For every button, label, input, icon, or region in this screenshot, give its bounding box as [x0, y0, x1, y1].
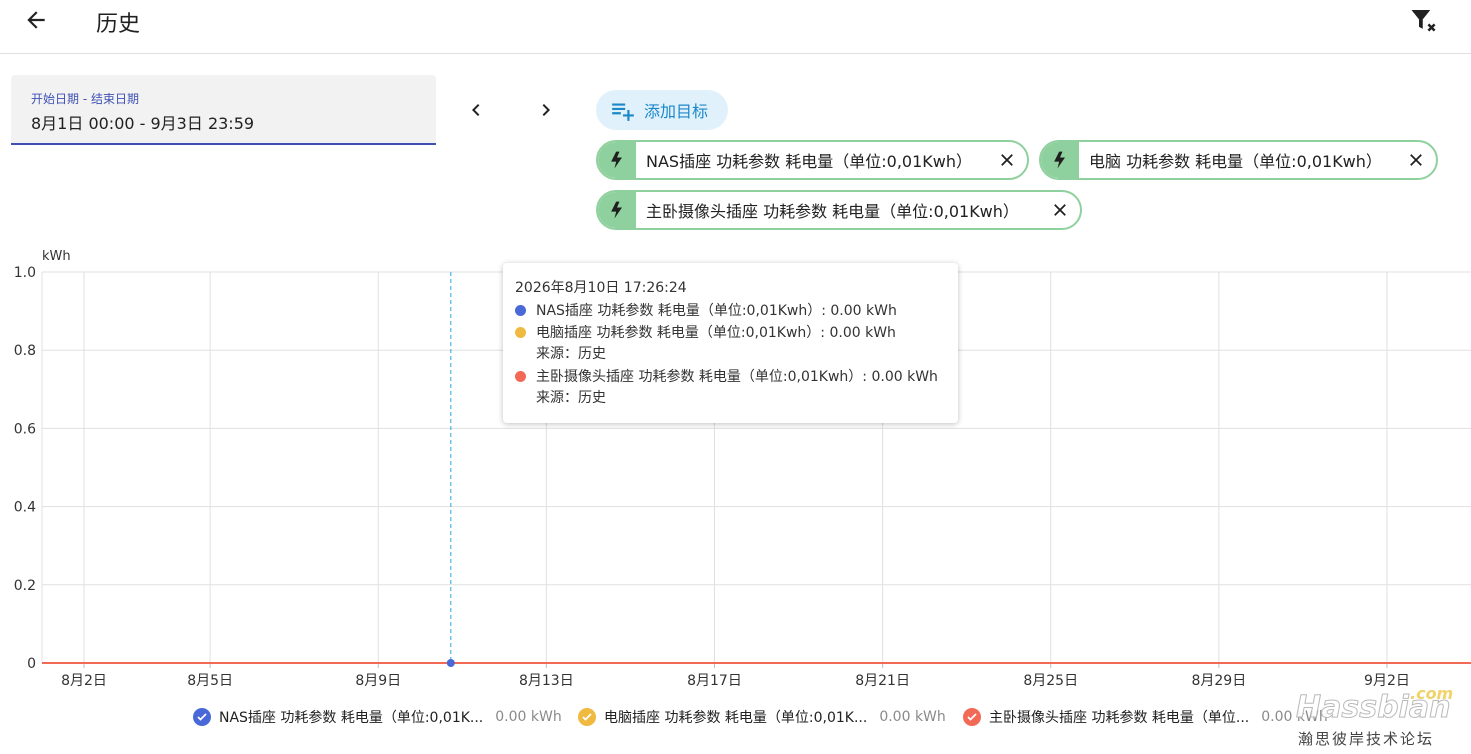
- series-dot-red: [515, 370, 526, 382]
- tooltip-row-text: 主卧摄像头插座 功耗参数 耗电量（单位:0,01Kwh）: 0.00 kWh: [536, 369, 938, 385]
- hover-data-point: [446, 659, 455, 667]
- x-tick-label: 8月25日: [1023, 673, 1078, 689]
- playlist-plus-icon: [612, 103, 634, 121]
- close-icon: [1410, 154, 1422, 166]
- y-tick-label: 1.0: [14, 265, 36, 281]
- series-dot-yellow: [515, 326, 526, 338]
- add-target-label: 添加目标: [644, 102, 709, 121]
- target-chip-label: 主卧摄像头插座 功耗参数 耗电量（单位:0,01Kwh）: [646, 202, 1019, 221]
- x-tick-label: 8月29日: [1191, 673, 1246, 689]
- watermark-logo-suffix: .com: [1410, 684, 1454, 703]
- previous-period-button[interactable]: [460, 94, 492, 126]
- tooltip-row-source: 来源：历史: [536, 346, 606, 362]
- legend-item-computer[interactable]: 电脑插座 功耗参数 耗电量（单位:0,01K... 0.00 kWh: [578, 706, 946, 728]
- top-app-bar: 历史: [0, 0, 1471, 54]
- date-range-value: 8月1日 00:00 - 9月3日 23:59: [31, 114, 255, 133]
- arrow-left-icon: [27, 11, 45, 29]
- clear-filter-button[interactable]: [1408, 4, 1440, 36]
- y-tick-label: 0.2: [14, 578, 36, 594]
- target-chip-label: NAS插座 功耗参数 耗电量（单位:0,01Kwh）: [646, 152, 972, 171]
- target-chip-nas[interactable]: NAS插座 功耗参数 耗电量（单位:0,01Kwh）: [596, 140, 1029, 180]
- legend-value: 0.00 kWh: [879, 709, 946, 725]
- x-tick-label: 8月13日: [519, 673, 574, 689]
- tooltip-row: 主卧摄像头插座 功耗参数 耗电量（单位:0,01Kwh）: 0.00 kWh: [515, 365, 946, 387]
- y-tick-label: 0.6: [14, 421, 36, 437]
- tooltip-row: 电脑插座 功耗参数 耗电量（单位:0,01Kwh）: 0.00 kWh: [515, 321, 946, 343]
- chevron-left-icon: [472, 104, 480, 116]
- chevron-right-icon: [542, 104, 550, 116]
- x-tick-label: 9月2日: [1364, 673, 1410, 689]
- remove-target-button[interactable]: [997, 150, 1017, 170]
- site-watermark: Hassbian .com 瀚思彼岸技术论坛: [1295, 684, 1466, 750]
- target-chip-bedroom-camera[interactable]: 主卧摄像头插座 功耗参数 耗电量（单位:0,01Kwh）: [596, 190, 1082, 230]
- watermark-subtitle: 瀚思彼岸技术论坛: [1298, 730, 1435, 748]
- y-tick-label: 0.4: [14, 500, 36, 516]
- x-tick-label: 8月2日: [61, 673, 107, 689]
- tooltip-row-source: 来源：历史: [536, 390, 606, 406]
- legend-label: 主卧摄像头插座 功耗参数 耗电量（单位...: [989, 710, 1250, 726]
- series-dot-blue: [515, 304, 526, 316]
- lightning-bolt-icon: [1041, 142, 1079, 178]
- check-circle-icon: [193, 708, 211, 726]
- target-chip-label: 电脑 功耗参数 耗电量（单位:0,01Kwh）: [1089, 152, 1382, 171]
- target-chip-computer[interactable]: 电脑 功耗参数 耗电量（单位:0,01Kwh）: [1039, 140, 1438, 180]
- y-tick-label: 0.8: [14, 343, 36, 359]
- y-axis-label: kWh: [42, 249, 71, 264]
- check-circle-icon: [578, 708, 596, 726]
- legend-item-bedroom-camera[interactable]: 主卧摄像头插座 功耗参数 耗电量（单位... 0.00 kWh: [963, 706, 1328, 728]
- lightning-bolt-icon: [598, 142, 636, 178]
- next-period-button[interactable]: [530, 94, 562, 126]
- date-range-field[interactable]: 开始日期 - 结束日期 8月1日 00:00 - 9月3日 23:59: [11, 75, 436, 145]
- x-tick-label: 8月21日: [855, 673, 910, 689]
- legend-label: NAS插座 功耗参数 耗电量（单位:0,01K...: [219, 710, 484, 726]
- x-tick-label: 8月9日: [355, 673, 401, 689]
- legend-value: 0.00 kWh: [495, 709, 562, 725]
- filter-remove-icon: [1411, 10, 1436, 32]
- tooltip-row-text: 电脑插座 功耗参数 耗电量（单位:0,01Kwh）: 0.00 kWh: [536, 325, 896, 341]
- x-tick-label: 8月5日: [187, 673, 233, 689]
- legend-item-nas[interactable]: NAS插座 功耗参数 耗电量（单位:0,01K... 0.00 kWh: [193, 706, 562, 728]
- x-tick-label: 8月17日: [687, 673, 742, 689]
- remove-target-button[interactable]: [1050, 200, 1070, 220]
- y-tick-label: 0: [27, 656, 36, 672]
- back-button[interactable]: [20, 4, 52, 36]
- chart-tooltip: 2026年8月10日 17:26:24 NAS插座 功耗参数 耗电量（单位:0,…: [503, 263, 958, 423]
- tooltip-row: NAS插座 功耗参数 耗电量（单位:0,01Kwh）: 0.00 kWh: [515, 299, 946, 321]
- page-title: 历史: [96, 12, 141, 37]
- legend-label: 电脑插座 功耗参数 耗电量（单位:0,01K...: [604, 710, 868, 726]
- check-circle-icon: [963, 708, 981, 726]
- tooltip-timestamp: 2026年8月10日 17:26:24: [515, 280, 687, 296]
- tooltip-row-text: NAS插座 功耗参数 耗电量（单位:0,01Kwh）: 0.00 kWh: [536, 303, 897, 319]
- close-icon: [1054, 204, 1066, 216]
- add-target-button[interactable]: 添加目标: [596, 90, 728, 130]
- date-range-label: 开始日期 - 结束日期: [31, 92, 139, 106]
- close-icon: [1001, 154, 1013, 166]
- lightning-bolt-icon: [598, 192, 636, 228]
- remove-target-button[interactable]: [1406, 150, 1426, 170]
